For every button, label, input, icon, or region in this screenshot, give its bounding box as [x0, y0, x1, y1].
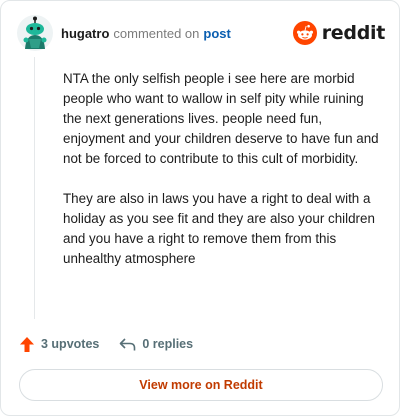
reply-count: 0 replies [142, 337, 194, 351]
upvote-button[interactable]: 3 upvotes [19, 336, 99, 353]
reddit-snoo-icon [292, 21, 317, 45]
snoo-avatar-icon [17, 15, 53, 51]
post-link[interactable]: post [203, 26, 230, 41]
upvote-arrow-icon [20, 336, 34, 352]
comment-paragraph: They are also in laws you have a right t… [63, 191, 375, 266]
embedded-comment-card: hugatro commented on post reddit NTA the o… [0, 0, 400, 416]
comment-body: NTA the only selfish people i see here a… [63, 69, 381, 289]
thread-line [34, 57, 35, 319]
reddit-logo[interactable]: reddit [292, 19, 386, 47]
comment-header: hugatro commented on post reddit [17, 15, 385, 55]
replies-button[interactable]: 0 replies [119, 337, 193, 352]
comment-actions: 3 upvotes 0 replies [19, 333, 193, 355]
reply-arrow-icon [120, 337, 136, 350]
comment-byline: hugatro commented on post [61, 26, 231, 41]
username-link[interactable]: hugatro [61, 26, 109, 41]
brand-wordmark: reddit [321, 22, 386, 44]
comment-paragraph: NTA the only selfish people i see here a… [63, 71, 379, 166]
view-more-button[interactable]: View more on Reddit [19, 369, 383, 401]
upvote-count: 3 upvotes [41, 337, 100, 351]
byline-verb: commented on [113, 26, 200, 41]
user-avatar[interactable] [17, 15, 53, 51]
